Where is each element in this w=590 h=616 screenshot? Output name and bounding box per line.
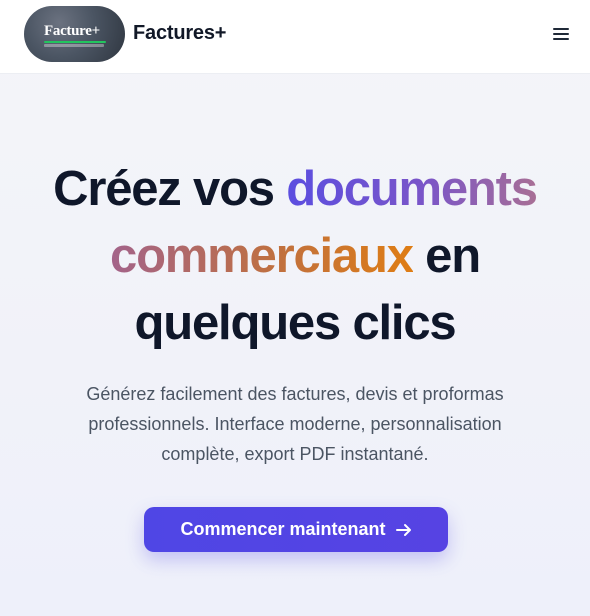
start-now-button-label: Commencer maintenant xyxy=(180,519,386,539)
hero-title-highlight-documents: documents xyxy=(286,162,538,216)
navbar: Facture+ Factures+ xyxy=(0,0,590,74)
logo-swoosh xyxy=(44,41,106,43)
hero-subtitle: Générez facilement des factures, devis e… xyxy=(86,384,504,464)
app-logo[interactable]: Facture+ xyxy=(24,6,125,62)
arrow-right-icon xyxy=(395,523,411,536)
hero-title-highlight-commerciaux: commerciaux xyxy=(110,229,414,283)
hero-title: Créez vos documents commerciaux en quelque… xyxy=(0,156,590,357)
menu-button[interactable] xyxy=(550,23,572,45)
hero-title-part2: en xyxy=(412,229,481,283)
hamburger-menu-icon xyxy=(553,28,569,40)
logo-tagline-mark xyxy=(44,44,104,47)
logo-text: Facture+ xyxy=(44,23,100,39)
hero-title-part3: quelques clics xyxy=(134,296,457,350)
hero-title-part1: Créez vos xyxy=(53,162,287,216)
brand-name[interactable]: Factures+ xyxy=(133,22,226,45)
start-now-button[interactable]: Commencer maintenant xyxy=(144,507,448,552)
